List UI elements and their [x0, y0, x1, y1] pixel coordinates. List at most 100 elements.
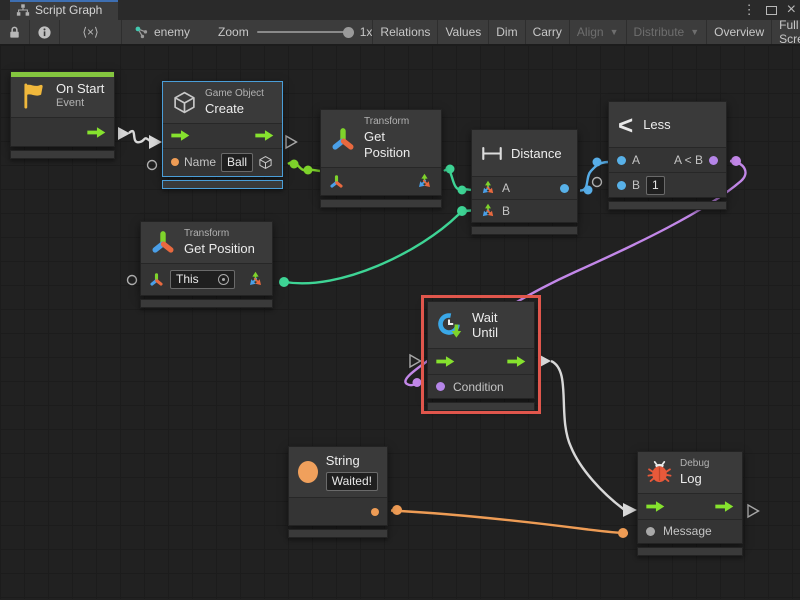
node-subtitle: Event	[56, 97, 104, 111]
node-on-start[interactable]: On Start Event	[10, 71, 115, 159]
number-input-port-b[interactable]	[617, 181, 626, 190]
vector3-input-port[interactable]	[480, 180, 496, 196]
lock-icon	[7, 25, 22, 40]
close-icon[interactable]: ×	[787, 0, 796, 20]
node-title: Less	[643, 117, 670, 132]
chevron-down-icon: ▼	[610, 27, 619, 37]
string-value-field[interactable]: Waited!	[326, 472, 378, 491]
zoom-slider-handle[interactable]	[343, 27, 354, 38]
node-debug-log[interactable]: Debug Log Message	[637, 451, 743, 556]
info-button[interactable]	[30, 20, 60, 44]
flow-output-port[interactable]	[255, 130, 274, 141]
unconnected-flow-triangle	[410, 355, 421, 367]
node-footer	[288, 529, 388, 538]
node-footer	[471, 226, 578, 235]
node-title: Get Position	[364, 129, 432, 162]
zoom-slider[interactable]	[257, 31, 352, 33]
number-input-port-a[interactable]	[617, 156, 626, 165]
flow-wire-end-triangle	[623, 503, 637, 517]
port-label: B	[632, 178, 640, 192]
graph-canvas[interactable]: On Start Event Game Object Create	[0, 45, 800, 599]
flow-output-port[interactable]	[715, 501, 734, 512]
node-string[interactable]: String Waited!	[288, 446, 388, 538]
node-group: Game Object	[205, 88, 264, 101]
flow-output-port[interactable]	[87, 127, 106, 138]
boolean-input-port[interactable]	[436, 382, 445, 391]
result-label: A < B	[674, 153, 703, 167]
window-menu-icon[interactable]: ⋮	[743, 0, 756, 20]
wire-endpoint	[392, 505, 402, 515]
code-icon: ⟨×⟩	[82, 25, 98, 39]
bug-icon	[647, 460, 672, 485]
dim-button[interactable]: Dim	[488, 20, 524, 44]
title-bar: Script Graph ⋮ ×	[0, 0, 800, 20]
vector3-input-port[interactable]	[480, 203, 496, 219]
unconnected-flow-triangle	[748, 505, 759, 517]
wire-string-to-debuglog[interactable]	[391, 511, 628, 534]
node-footer	[162, 180, 283, 189]
align-button[interactable]: Align▼	[569, 20, 626, 44]
vector3-output-port[interactable]	[416, 173, 433, 190]
node-title: Distance	[511, 146, 562, 161]
node-footer	[140, 299, 273, 308]
maximize-icon[interactable]	[766, 6, 777, 15]
node-title: String	[326, 453, 378, 469]
flow-input-port[interactable]	[646, 501, 665, 512]
unconnected-flow-triangle	[286, 136, 297, 148]
flow-input-port[interactable]	[171, 130, 190, 141]
wire-waituntil-to-debuglog[interactable]	[551, 361, 624, 510]
carry-button[interactable]: Carry	[525, 20, 569, 44]
port-label: Message	[663, 524, 712, 538]
number-output-port[interactable]	[560, 184, 569, 193]
node-get-position-a[interactable]: Transform Get Position	[320, 109, 442, 208]
port-label: Condition	[453, 380, 504, 394]
name-field[interactable]: Ball	[221, 153, 253, 172]
boolean-output-port[interactable]	[709, 156, 718, 165]
wire-endpoint	[458, 186, 467, 195]
flow-output-port[interactable]	[507, 356, 526, 367]
node-less[interactable]: < Less A A < B B 1	[608, 101, 727, 210]
vector3-output-port[interactable]	[247, 271, 264, 288]
string-output-port[interactable]	[371, 508, 379, 516]
values-button[interactable]: Values	[437, 20, 488, 44]
node-get-position-b[interactable]: Transform Get Position This	[140, 221, 273, 308]
string-input-port[interactable]	[171, 158, 179, 166]
wire-onstart-to-create[interactable]	[129, 131, 150, 142]
zoom-value: 1x	[360, 25, 373, 39]
node-distance[interactable]: Distance A B	[471, 129, 578, 235]
node-group: Transform	[184, 228, 255, 241]
wire-endpoint	[584, 186, 593, 195]
node-footer	[608, 201, 727, 210]
object-input-port[interactable]	[646, 527, 655, 536]
lock-button[interactable]	[0, 20, 30, 44]
flow-input-port[interactable]	[436, 356, 455, 367]
overview-button[interactable]: Overview	[706, 20, 771, 44]
relations-button[interactable]: Relations	[372, 20, 437, 44]
node-footer	[10, 150, 115, 159]
distance-icon	[481, 146, 503, 161]
transform-input-port[interactable]	[149, 272, 164, 287]
graph-name[interactable]: enemy	[134, 25, 190, 40]
transform-input-port[interactable]	[329, 174, 344, 189]
wire-endpoint	[593, 158, 602, 167]
object-picker-icon[interactable]	[218, 274, 229, 285]
code-preview-button[interactable]: ⟨×⟩	[60, 20, 122, 44]
node-wait-until[interactable]: Wait Until Condition	[427, 301, 535, 411]
wire-endpoint	[413, 378, 422, 387]
port-label: A	[632, 153, 640, 167]
node-title: Log	[680, 471, 709, 487]
distribute-button[interactable]: Distribute▼	[626, 20, 707, 44]
flag-icon	[20, 82, 48, 110]
b-value-field[interactable]: 1	[646, 176, 665, 195]
wire-getpositionB-to-distanceB[interactable]	[285, 211, 471, 284]
unconnected-port-circle	[128, 276, 137, 285]
gameobject-output-port[interactable]	[258, 155, 273, 170]
node-create[interactable]: Game Object Create Name Ball	[162, 81, 283, 189]
node-footer	[320, 199, 442, 208]
full-screen-button[interactable]: Full Screen	[771, 20, 800, 44]
tab-script-graph[interactable]: Script Graph	[10, 0, 118, 20]
target-field[interactable]: This	[170, 270, 235, 289]
node-footer	[637, 547, 743, 556]
graph-icon	[134, 25, 149, 40]
node-footer	[427, 402, 535, 411]
